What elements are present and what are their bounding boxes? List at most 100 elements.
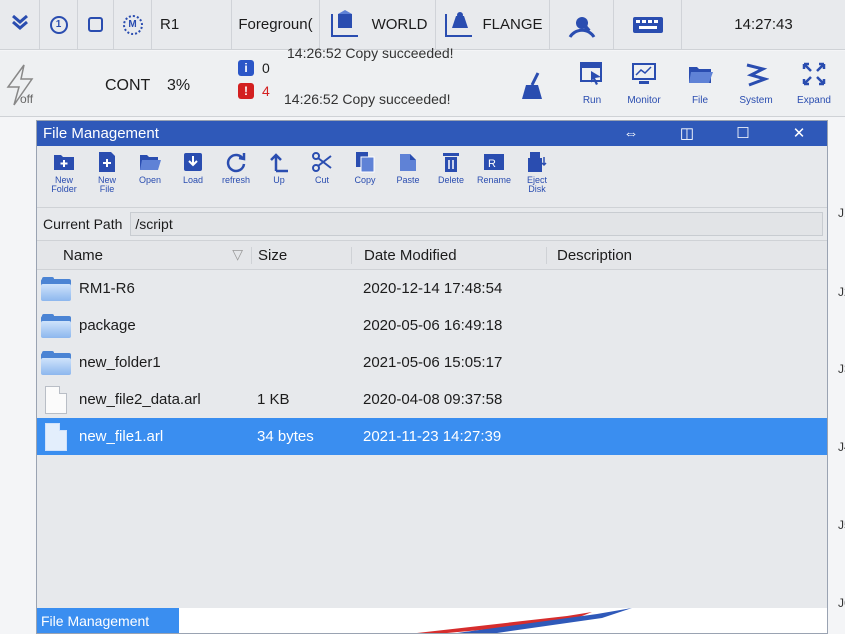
mode-m-button[interactable]: M — [114, 0, 152, 49]
clock: 14:27:43 — [682, 0, 845, 49]
table-row[interactable]: package 2020-05-06 16:49:18 — [37, 307, 827, 344]
monitor-icon — [631, 61, 657, 87]
foreground-selector[interactable]: Foregroun( — [232, 0, 320, 49]
status-row: off CONT 3% i 0 ! 4 14:26:52 Copy succee… — [0, 45, 845, 117]
message-last: 14:26:52 Copy succeeded! — [284, 91, 451, 107]
power-state-label: off — [20, 92, 34, 106]
eject-disk-label: Eject Disk — [526, 175, 547, 194]
brand-swoosh-graphic — [417, 608, 632, 633]
flange-coord-icon — [445, 11, 473, 37]
file-name: package — [79, 317, 136, 334]
dialog-title: File Management — [43, 125, 159, 142]
run-mode-label[interactable]: CONT — [105, 77, 150, 95]
coordinate-flange-button[interactable]: FLANGE — [436, 0, 550, 49]
dialog-title-bar: File Management ⇔ ◫ ☐ ✕ — [37, 121, 827, 146]
paste-button[interactable]: Paste — [389, 150, 427, 185]
file-name: RM1-R6 — [79, 280, 135, 297]
app-root: 1 M R1 Foregroun( WORLD FLANGE 14:27:43 … — [0, 0, 845, 634]
keyboard-icon — [632, 16, 663, 33]
folder-icon — [41, 350, 71, 375]
speed-label[interactable]: 3% — [167, 77, 190, 95]
expand-button[interactable]: Expand — [786, 57, 842, 113]
rename-button[interactable]: R Rename — [475, 150, 513, 185]
expand-label: Expand — [797, 95, 831, 106]
square-icon — [88, 17, 103, 32]
file-button[interactable]: File — [672, 57, 728, 113]
up-icon — [267, 150, 291, 174]
new-folder-button[interactable]: New Folder — [45, 150, 83, 194]
robot-selector[interactable]: R1 — [152, 0, 232, 49]
column-description-label: Description — [557, 246, 633, 264]
collapse-button[interactable] — [0, 0, 40, 49]
table-row-selected[interactable]: new_file1.arl 34 bytes 2021-11-23 14:27:… — [37, 418, 827, 455]
mode-label: Foregroun( — [238, 16, 313, 33]
delete-button[interactable]: Delete — [432, 150, 470, 185]
coordinate-world-button[interactable]: WORLD — [320, 0, 436, 49]
file-size: 34 bytes — [257, 428, 314, 445]
run-button[interactable]: Run — [564, 57, 620, 113]
stop-button[interactable] — [78, 0, 114, 49]
error-icon[interactable]: ! — [238, 83, 254, 99]
table-row[interactable]: new_folder1 2021-05-06 15:05:17 — [37, 344, 827, 381]
column-date-label: Date Modified — [364, 246, 457, 264]
delete-label: Delete — [437, 175, 464, 185]
open-button[interactable]: Open — [131, 150, 169, 185]
top-status-bar: 1 M R1 Foregroun( WORLD FLANGE 14:27:43 — [0, 0, 845, 50]
paste-label: Paste — [396, 175, 420, 185]
monitor-button[interactable]: Monitor — [616, 57, 672, 113]
bottom-taskbar: File Management — [37, 608, 827, 633]
teach-mode-button[interactable] — [550, 0, 614, 49]
file-date: 2020-12-14 17:48:54 — [363, 280, 503, 297]
refresh-label: refresh — [221, 175, 250, 185]
m-circle-icon: M — [122, 14, 143, 35]
column-name-label: Name — [63, 246, 104, 264]
folder-icon — [41, 313, 71, 338]
table-row[interactable]: new_file2_data.arl 1 KB 2020-04-08 09:37… — [37, 381, 827, 418]
file-name: new_folder1 — [79, 354, 161, 371]
current-path-row: Current Path /script — [37, 211, 827, 237]
column-description[interactable]: Description — [546, 246, 827, 264]
clear-messages-icon[interactable] — [520, 71, 544, 107]
file-name: new_file1.arl — [79, 428, 164, 445]
one-circle-icon: 1 — [49, 15, 68, 34]
trash-icon — [439, 150, 463, 174]
maximize-button[interactable]: ☐ — [715, 121, 771, 146]
current-path-field[interactable]: /script — [130, 212, 823, 236]
file-list: RM1-R6 2020-12-14 17:48:54 package 2020-… — [37, 270, 827, 455]
motion-status-button[interactable]: 1 — [40, 0, 78, 49]
table-row[interactable]: RM1-R6 2020-12-14 17:48:54 — [37, 270, 827, 307]
new-folder-icon — [52, 150, 76, 174]
info-icon[interactable]: i — [238, 60, 254, 76]
load-button[interactable]: Load — [174, 150, 212, 185]
paste-icon — [396, 150, 420, 174]
copy-button[interactable]: Copy — [346, 150, 384, 185]
open-label: Open — [138, 175, 162, 185]
open-icon — [138, 150, 162, 174]
current-path-value: /script — [135, 216, 173, 232]
system-button[interactable]: System — [728, 57, 784, 113]
refresh-button[interactable]: refresh — [217, 150, 255, 185]
file-date: 2021-11-23 14:27:39 — [363, 428, 502, 445]
up-button[interactable]: Up — [260, 150, 298, 185]
cut-button[interactable]: Cut — [303, 150, 341, 185]
time-label: 14:27:43 — [734, 16, 793, 33]
joint-label: J1 — [838, 206, 845, 220]
file-management-dialog: File Management ⇔ ◫ ☐ ✕ New Folder New F… — [36, 120, 828, 634]
taskbar-file-management[interactable]: File Management — [37, 608, 179, 633]
eject-disk-button[interactable]: Eject Disk — [518, 150, 556, 194]
robot-name: R1 — [160, 16, 180, 33]
resize-horizontal-button[interactable]: ⇔ — [603, 121, 659, 146]
keyboard-button[interactable] — [614, 0, 682, 49]
file-size: 1 KB — [257, 391, 290, 408]
column-size[interactable]: Size — [251, 246, 351, 264]
split-view-button[interactable]: ◫ — [659, 121, 715, 146]
double-chevron-down-icon — [11, 14, 29, 35]
taskbar-label: File Management — [41, 613, 150, 629]
robot-arm-icon — [568, 16, 595, 38]
document-icon — [45, 422, 67, 451]
new-file-button[interactable]: New File — [88, 150, 126, 194]
column-date-modified[interactable]: Date Modified — [351, 246, 546, 264]
column-name[interactable]: Name ▽ — [37, 246, 251, 264]
sort-filter-icon[interactable]: ▽ — [232, 246, 243, 263]
close-button[interactable]: ✕ — [771, 121, 827, 146]
